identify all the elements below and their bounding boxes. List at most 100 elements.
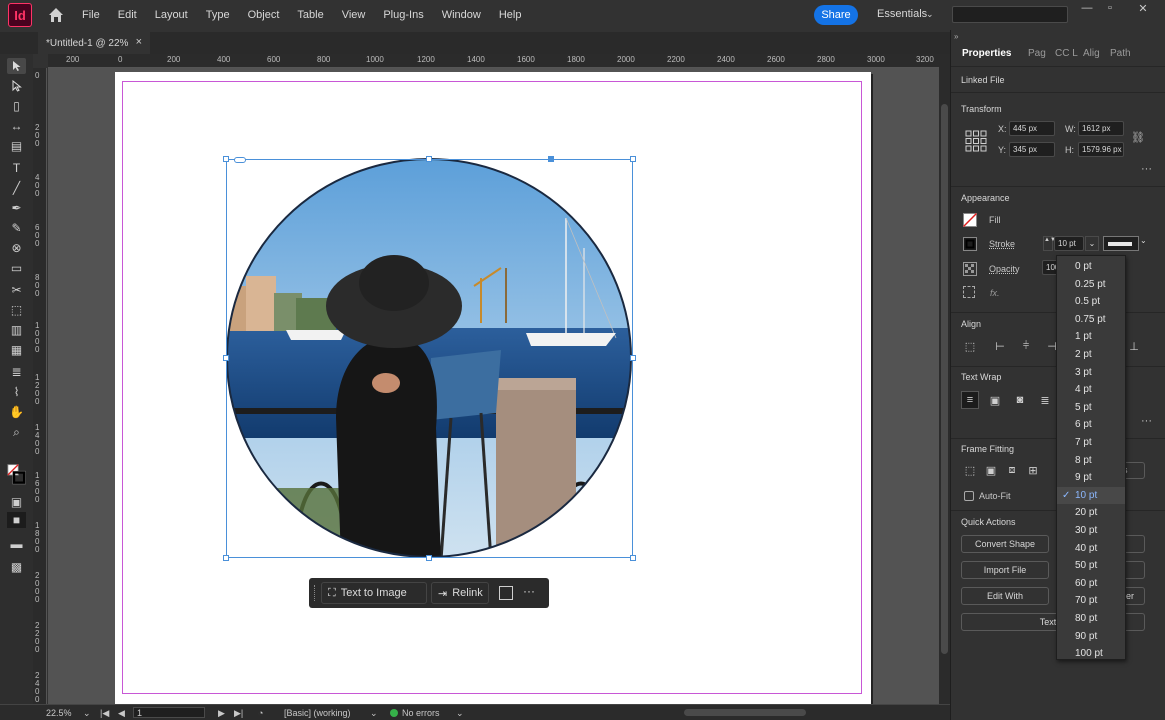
tab-align[interactable]: Alig [1083, 48, 1100, 59]
dropdown-option[interactable]: 0.5 pt [1057, 293, 1125, 311]
dropdown-option[interactable]: 8 pt [1057, 452, 1125, 470]
opacity-label[interactable]: Opacity [989, 264, 1020, 274]
formatting-affects-container-icon[interactable]: ▣ [7, 494, 26, 510]
transform-more-icon[interactable]: ··· [1141, 163, 1152, 175]
fit-frame-to-content-icon[interactable]: ⧈ [1005, 463, 1019, 477]
profile-chevron-icon[interactable]: ⌄ [370, 708, 378, 719]
no-text-wrap-icon[interactable]: ≡ [961, 391, 979, 409]
dropdown-option[interactable]: 60 pt [1057, 575, 1125, 593]
previous-page-icon[interactable]: ◀ [118, 708, 125, 719]
open-page-icon[interactable]: ◔ [258, 708, 263, 718]
menu-edit[interactable]: Edit [118, 9, 137, 21]
fill-swatch-icon[interactable] [963, 213, 977, 227]
dropdown-option[interactable]: 20 pt [1057, 504, 1125, 522]
text-to-image-button[interactable]: ⛶ Text to Image [321, 582, 427, 604]
resize-handle[interactable] [426, 555, 432, 561]
tab-pages[interactable]: Pag [1028, 48, 1046, 59]
close-tab-icon[interactable]: × [136, 36, 142, 48]
jump-object-icon[interactable]: ≣ [1038, 393, 1052, 407]
dropdown-option[interactable]: 100 pt [1057, 645, 1125, 659]
errors-chevron-icon[interactable]: ⌄ [456, 708, 464, 719]
dropdown-option-selected[interactable]: ✓ 10 pt [1057, 486, 1125, 505]
dropdown-option[interactable]: 0 pt [1057, 258, 1125, 276]
wrap-object-shape-icon[interactable]: ◙ [1013, 393, 1027, 407]
auto-fit-checkbox[interactable] [964, 491, 974, 501]
stroke-type-chevron-icon[interactable]: ⌄ [1140, 236, 1147, 245]
dropdown-option[interactable]: 3 pt [1057, 364, 1125, 382]
dropdown-option[interactable]: 9 pt [1057, 469, 1125, 487]
relink-button[interactable]: ⇥ Relink [431, 582, 489, 604]
ellipse-frame-tool-icon[interactable]: ⊗ [7, 240, 26, 256]
dropdown-option[interactable]: 90 pt [1057, 628, 1125, 646]
rectangle-tool-icon[interactable]: ▭ [7, 260, 26, 276]
align-bottom-icon[interactable]: ⊥ [1127, 339, 1141, 353]
scrollbar-thumb[interactable] [941, 104, 948, 654]
stroke-type-dropdown[interactable] [1103, 236, 1139, 251]
pen-tool-icon[interactable]: ✒ [7, 200, 26, 216]
search-input[interactable] [952, 6, 1068, 23]
gap-tool-icon[interactable]: ↔ [7, 118, 26, 134]
align-left-icon[interactable]: ⊢ [993, 339, 1007, 353]
dropdown-option[interactable]: 5 pt [1057, 399, 1125, 417]
stroke-weight-dropdown-icon[interactable]: ⌄ [1085, 236, 1099, 251]
more-options-icon[interactable]: ··· [523, 584, 535, 598]
resize-handle[interactable] [630, 156, 636, 162]
selection-tool-icon[interactable] [7, 58, 26, 74]
stroke-label[interactable]: Stroke [989, 239, 1015, 249]
import-file-button[interactable]: Import File [961, 561, 1049, 579]
resize-handle[interactable] [426, 156, 432, 162]
menu-type[interactable]: Type [206, 9, 230, 21]
fx-button[interactable]: fx. [990, 288, 1000, 298]
hand-tool-icon[interactable]: ✋ [7, 404, 26, 420]
selection-bounding-box[interactable] [226, 159, 633, 558]
height-field[interactable]: 1579.96 px [1078, 142, 1124, 157]
eyedropper-tool-icon[interactable]: ⌇ [7, 384, 26, 400]
maximize-icon[interactable]: ▫ [1099, 2, 1121, 16]
next-page-icon[interactable]: ▶ [218, 708, 225, 719]
page-tool-icon[interactable]: ▯ [7, 98, 26, 114]
normal-view-icon[interactable]: ▩ [7, 559, 26, 575]
effects-icon[interactable] [963, 286, 975, 298]
pencil-tool-icon[interactable]: ✎ [7, 220, 26, 236]
fit-content-proportionally-icon[interactable]: ▣ [984, 463, 998, 477]
stroke-swatch-icon[interactable] [963, 237, 977, 251]
home-icon[interactable] [47, 6, 65, 24]
page-number-field[interactable]: 1 [133, 707, 205, 718]
dropdown-option[interactable]: 6 pt [1057, 416, 1125, 434]
gradient-swatch-tool-icon[interactable]: ▥ [7, 322, 26, 338]
menu-view[interactable]: View [342, 9, 366, 21]
dropdown-option[interactable]: 2 pt [1057, 346, 1125, 364]
resize-handle[interactable] [223, 355, 229, 361]
menu-table[interactable]: Table [297, 9, 323, 21]
zoom-level[interactable]: 22.5% [46, 708, 72, 718]
pasteboard[interactable] [48, 68, 939, 704]
zoom-chevron-icon[interactable]: ⌄ [83, 708, 91, 719]
dropdown-option[interactable]: 7 pt [1057, 434, 1125, 452]
fill-stroke-icon[interactable] [7, 462, 26, 488]
preflight-profile[interactable]: [Basic] (working) [284, 708, 351, 718]
dropdown-option[interactable]: 1 pt [1057, 328, 1125, 346]
content-collector-icon[interactable]: ▤ [7, 138, 26, 154]
stroke-stepper-icon[interactable]: ▲▼ [1043, 236, 1056, 251]
chevron-down-icon[interactable]: ⌄ [926, 9, 934, 20]
wrap-bounding-box-icon[interactable]: ▣ [988, 393, 1002, 407]
align-to-selection-icon[interactable]: ⬚ [963, 339, 977, 353]
vertical-scrollbar[interactable] [939, 54, 950, 704]
resize-handle[interactable] [630, 555, 636, 561]
scissors-tool-icon[interactable]: ✂ [7, 282, 26, 298]
constrain-proportions-icon[interactable]: ⛓ [1131, 131, 1145, 144]
dropdown-option[interactable]: 80 pt [1057, 610, 1125, 628]
menu-object[interactable]: Object [248, 9, 280, 21]
edit-with-button[interactable]: Edit With [961, 587, 1049, 605]
fit-content-to-frame-icon[interactable]: ⊞ [1026, 463, 1040, 477]
x-position-field[interactable]: 445 px [1009, 121, 1055, 136]
minimize-icon[interactable]: — [1076, 2, 1098, 16]
first-page-icon[interactable]: |◀ [100, 708, 109, 719]
note-tool-icon[interactable]: ≣ [7, 364, 26, 380]
dropdown-option[interactable]: 40 pt [1057, 540, 1125, 558]
resize-handle[interactable] [223, 555, 229, 561]
reference-point-icon[interactable] [965, 130, 987, 152]
type-tool-icon[interactable]: T [7, 160, 26, 176]
text-wrap-more-icon[interactable]: ··· [1141, 415, 1152, 427]
close-window-icon[interactable]: ✕ [1132, 2, 1154, 16]
